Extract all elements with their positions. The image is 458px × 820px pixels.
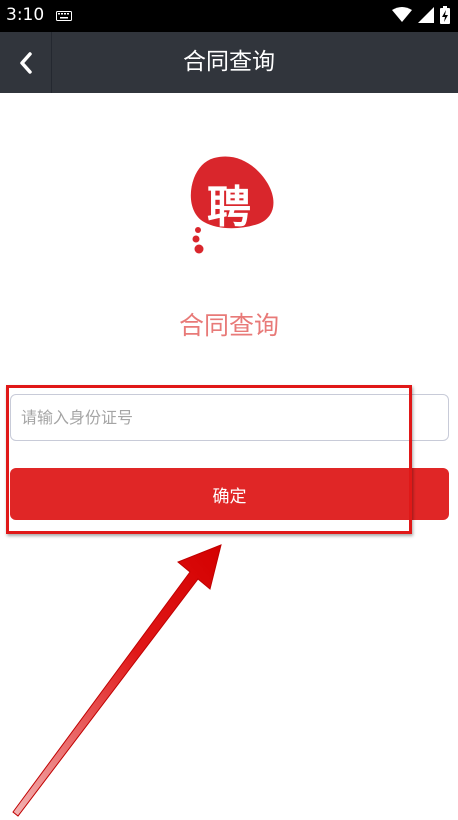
status-icons: [392, 6, 450, 24]
wifi-icon: [392, 7, 412, 22]
status-bar: 3:10: [0, 0, 458, 32]
battery-icon: [440, 6, 450, 24]
back-button[interactable]: [0, 32, 52, 93]
confirm-button[interactable]: 确定: [10, 468, 449, 520]
keyboard-icon: [56, 11, 72, 21]
page-title: 合同查询: [183, 49, 275, 75]
signal-icon: [418, 7, 434, 23]
chevron-left-icon: [19, 51, 32, 74]
app-bar: 合同查询: [0, 32, 458, 93]
id-number-input[interactable]: [10, 394, 449, 441]
app-logo: 聘: [184, 152, 276, 256]
form-heading: 合同查询: [178, 311, 279, 340]
logo-character: 聘: [207, 182, 251, 233]
status-time: 3:10: [6, 5, 45, 25]
